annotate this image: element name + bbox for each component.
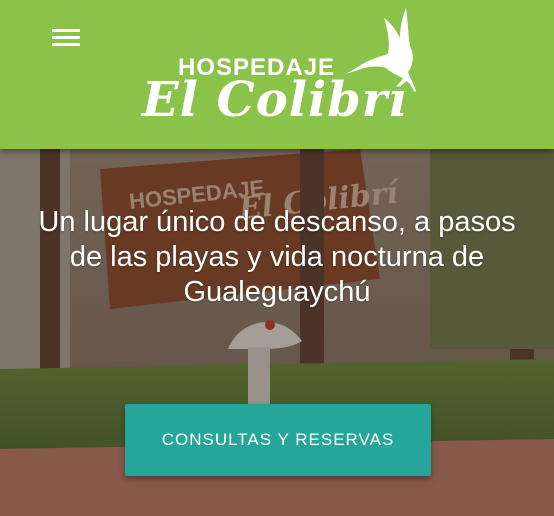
menu-line xyxy=(52,42,80,46)
hero-section: HOSPEDAJE El Colibrí Un lugar único de d… xyxy=(0,149,554,516)
site-logo[interactable]: HOSPEDAJE El Colibrí xyxy=(138,4,418,144)
contact-reservations-button[interactable]: CONSULTAS Y RESERVAS xyxy=(125,404,431,476)
hero-tagline: Un lugar único de descanso, a pasos de l… xyxy=(0,205,554,310)
hummingbird-icon xyxy=(346,8,416,92)
tagline-line: Un lugar único de descanso, a pasos xyxy=(38,206,516,238)
menu-line xyxy=(52,35,80,39)
tagline-line: Gualeguaychú xyxy=(183,276,371,308)
tagline-line: de las playas y vida nocturna de xyxy=(69,241,485,273)
top-app-bar: HOSPEDAJE El Colibrí xyxy=(0,0,554,149)
menu-line xyxy=(52,28,80,32)
hamburger-menu-icon[interactable] xyxy=(52,26,80,48)
